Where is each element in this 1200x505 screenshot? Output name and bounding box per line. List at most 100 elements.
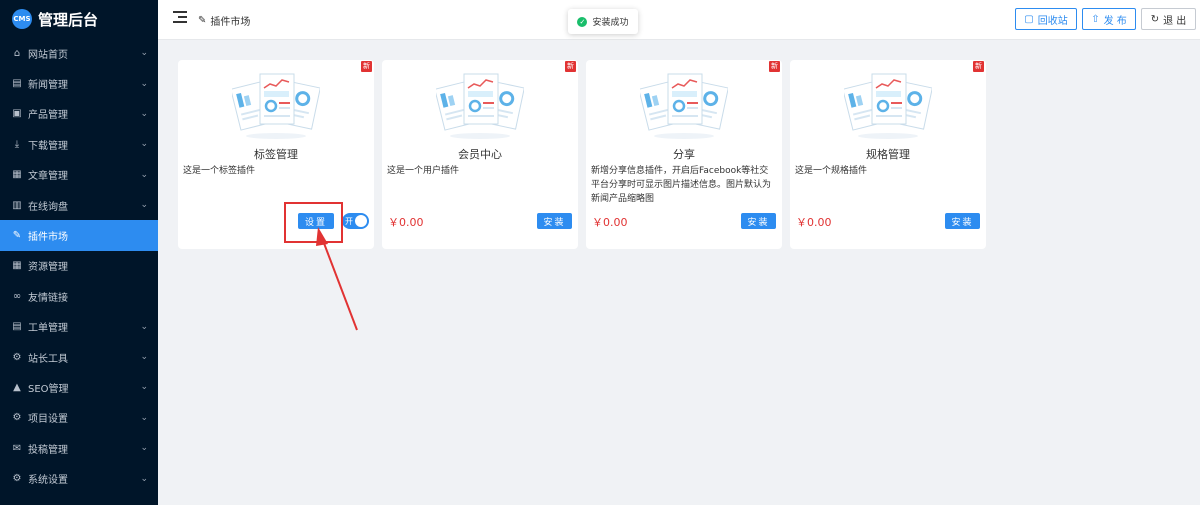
warning-icon: ▲ — [13, 381, 21, 393]
sidebar-item-7[interactable]: ▦ 资源管理 — [0, 251, 158, 281]
chevron-down-icon: ⌄ — [140, 169, 148, 180]
plugin-card-tags: 新 标签管理 这是一个标签插件 设置 开 — [178, 60, 374, 249]
install-button[interactable]: 安装 — [537, 213, 572, 229]
chevron-down-icon: ⌄ — [140, 352, 148, 363]
plugin-description: 这是一个规格插件 — [795, 166, 868, 176]
sidebar-item-label: 网站首页 — [28, 49, 68, 61]
plugin-card-specs: 新 规格管理 这是一个规格插件 ￥0.00 安装 — [790, 60, 986, 249]
sidebar-item-label: 新闻管理 — [28, 80, 68, 92]
chevron-down-icon: ⌄ — [140, 382, 148, 393]
grid-icon: ▦ — [12, 260, 22, 272]
news-icon: ▤ — [12, 78, 22, 90]
plugin-illustration — [434, 66, 525, 146]
chevron-down-icon: ⌄ — [140, 78, 148, 89]
sidebar-item-label: 友情链接 — [28, 292, 68, 304]
sidebar-item-label: 产品管理 — [28, 110, 68, 122]
recycle-bin-button[interactable]: ▢ 回收站 — [1015, 8, 1077, 30]
logo-badge: CMS — [12, 9, 32, 29]
sidebar-item-9[interactable]: ▤ 工单管理 ⌄ — [0, 312, 158, 342]
plugin-title: 分享 — [673, 148, 695, 161]
annotation-highlight-box — [284, 202, 343, 243]
sidebar-item-label: 站长工具 — [28, 353, 68, 365]
pin-icon: ✎ — [12, 230, 22, 242]
plugin-price: ￥0.00 — [796, 216, 832, 229]
breadcrumb: ✎ 插件市场 — [198, 13, 250, 28]
chevron-down-icon: ⌄ — [140, 48, 148, 59]
plugin-title: 规格管理 — [866, 148, 910, 161]
chevron-down-icon: ⌄ — [140, 473, 148, 484]
article-icon: ▦ — [12, 169, 22, 181]
sidebar-item-5[interactable]: ▥ 在线询盘 ⌄ — [0, 190, 158, 220]
new-badge: 新 — [973, 61, 984, 72]
header: ✎ 插件市场 ▢ 回收站 ⇧ 发 布 ↻ 退 出 — [158, 0, 1200, 40]
new-badge: 新 — [361, 61, 372, 72]
logo[interactable]: CMS 管理后台 — [0, 0, 158, 38]
sidebar-item-label: SEO管理 — [28, 383, 69, 395]
gear-icon: ⚙ — [12, 412, 22, 424]
sidebar-menu: ⌂ 网站首页 ⌄ ▤ 新闻管理 ⌄ ▣ 产品管理 ⌄ ⤓ 下载管理 ⌄ ▦ 文章管理 ⌄ ▥ 在线询盘 ⌄ ✎ 插件市… — [0, 38, 158, 494]
sidebar-item-label: 插件市场 — [28, 232, 68, 244]
home-icon: ⌂ — [13, 47, 21, 59]
chevron-down-icon: ⌄ — [140, 443, 148, 454]
menu-fold-icon[interactable] — [173, 11, 187, 25]
enable-toggle[interactable]: 开 — [342, 213, 369, 229]
sidebar-item-8[interactable]: ∞ 友情链接 — [0, 281, 158, 311]
logout-icon: ↻ — [1150, 13, 1160, 25]
ticket-icon: ▤ — [12, 321, 22, 333]
new-badge: 新 — [565, 61, 576, 72]
sidebar-item-label: 资源管理 — [28, 262, 68, 274]
trash-icon: ▢ — [1024, 13, 1034, 25]
publish-label: 发 布 — [1103, 15, 1127, 27]
tools-icon: ⚙ — [12, 351, 22, 363]
sidebar-item-4[interactable]: ▦ 文章管理 ⌄ — [0, 160, 158, 190]
settings-icon: ⚙ — [12, 473, 22, 485]
mail-icon: ✉ — [12, 442, 22, 454]
inquiry-icon: ▥ — [12, 199, 22, 211]
download-icon: ⤓ — [14, 138, 20, 150]
logout-button[interactable]: ↻ 退 出 — [1141, 8, 1196, 30]
sidebar-item-10[interactable]: ⚙ 站长工具 ⌄ — [0, 342, 158, 372]
sidebar-item-11[interactable]: ▲ SEO管理 ⌄ — [0, 372, 158, 402]
sidebar-item-3[interactable]: ⤓ 下载管理 ⌄ — [0, 129, 158, 159]
sidebar-item-13[interactable]: ✉ 投稿管理 ⌄ — [0, 433, 158, 463]
link-icon: ∞ — [12, 290, 22, 302]
plugin-illustration — [230, 66, 321, 146]
sidebar-item-label: 文章管理 — [28, 171, 68, 183]
plugin-card-share: 新 分享 新增分享信息插件，开启后Facebook等社交平台分享时可显示图片描述… — [586, 60, 782, 249]
upload-icon: ⇧ — [1091, 13, 1100, 25]
sidebar-item-label: 下载管理 — [28, 140, 68, 152]
toast-message: 安装成功 — [592, 18, 629, 28]
sidebar-item-label: 投稿管理 — [28, 444, 68, 456]
plugin-description: 新增分享信息插件，开启后Facebook等社交平台分享时可显示图片描述信息。图片… — [591, 166, 772, 204]
sidebar-item-label: 系统设置 — [28, 475, 68, 487]
plugin-price: ￥0.00 — [388, 216, 424, 229]
plugin-description: 这是一个标签插件 — [183, 166, 256, 176]
install-button[interactable]: 安装 — [741, 213, 776, 229]
breadcrumb-current: 插件市场 — [210, 17, 251, 28]
install-button[interactable]: 安装 — [945, 213, 980, 229]
plugin-description: 这是一个用户插件 — [387, 166, 460, 176]
sidebar-item-6[interactable]: ✎ 插件市场 — [0, 220, 158, 251]
chevron-down-icon: ⌄ — [140, 412, 148, 423]
plugin-illustration — [842, 66, 933, 146]
chevron-down-icon: ⌄ — [140, 108, 148, 119]
plugin-price: ￥0.00 — [592, 216, 628, 229]
plugin-card-members: 新 会员中心 这是一个用户插件 ￥0.00 安装 — [382, 60, 578, 249]
chevron-down-icon: ⌄ — [140, 139, 148, 150]
chevron-down-icon: ⌄ — [140, 321, 148, 332]
sidebar-item-label: 项目设置 — [28, 414, 68, 426]
sidebar-item-12[interactable]: ⚙ 项目设置 ⌄ — [0, 403, 158, 433]
sidebar-item-14[interactable]: ⚙ 系统设置 ⌄ — [0, 463, 158, 493]
sidebar-item-1[interactable]: ▤ 新闻管理 ⌄ — [0, 68, 158, 98]
publish-button[interactable]: ⇧ 发 布 — [1082, 8, 1136, 30]
app-title: 管理后台 — [38, 10, 99, 29]
check-icon: ✓ — [577, 16, 588, 27]
sidebar-item-label: 在线询盘 — [28, 201, 68, 213]
plugin-title: 会员中心 — [458, 148, 502, 161]
new-badge: 新 — [769, 61, 780, 72]
sidebar-item-2[interactable]: ▣ 产品管理 ⌄ — [0, 99, 158, 129]
sidebar-item-0[interactable]: ⌂ 网站首页 ⌄ — [0, 38, 158, 68]
chevron-down-icon: ⌄ — [140, 200, 148, 211]
toggle-label: 开 — [345, 216, 353, 226]
plugin-illustration — [638, 66, 729, 146]
